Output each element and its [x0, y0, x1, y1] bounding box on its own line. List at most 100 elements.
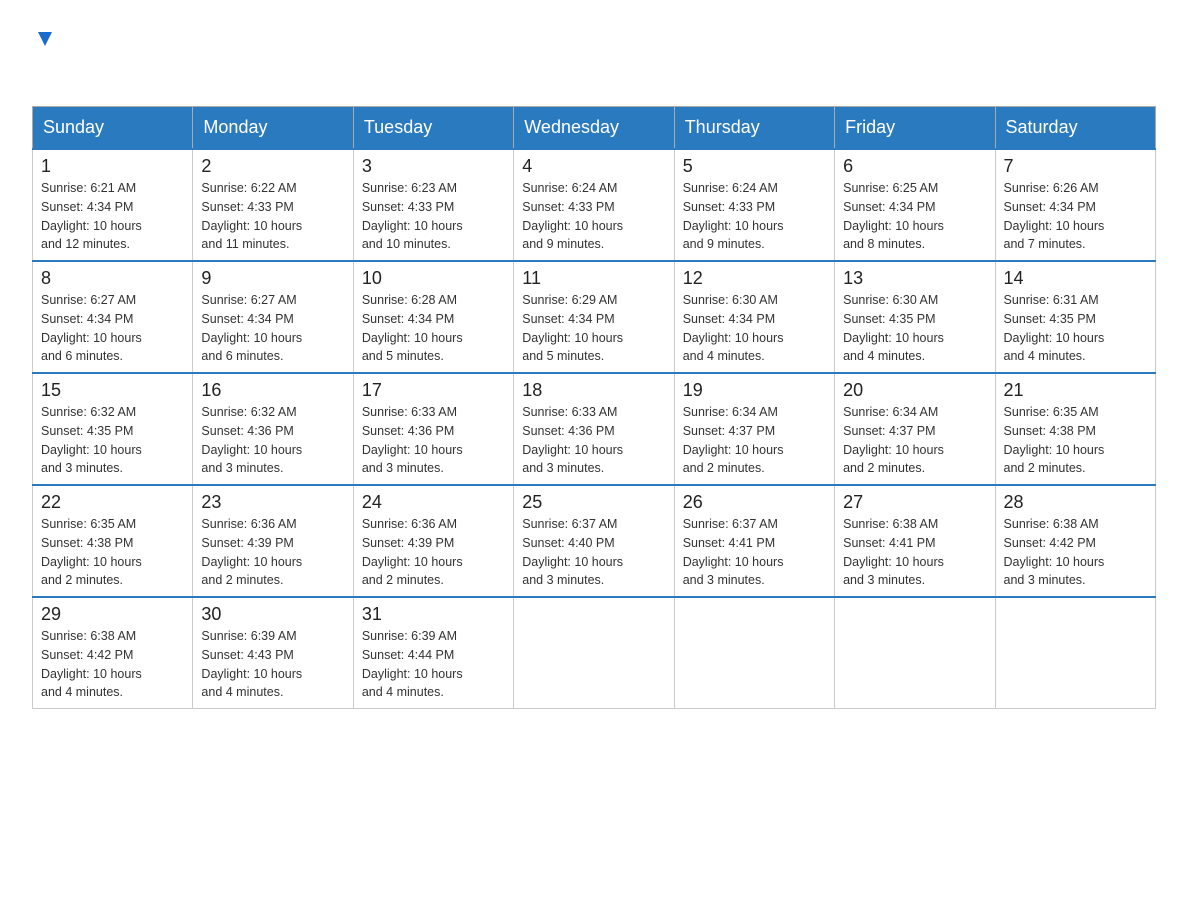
day-number: 25	[522, 492, 665, 513]
day-number: 27	[843, 492, 986, 513]
calendar-cell: 22 Sunrise: 6:35 AMSunset: 4:38 PMDaylig…	[33, 485, 193, 597]
calendar-cell: 27 Sunrise: 6:38 AMSunset: 4:41 PMDaylig…	[835, 485, 995, 597]
day-info: Sunrise: 6:32 AMSunset: 4:35 PMDaylight:…	[41, 403, 184, 478]
day-info: Sunrise: 6:36 AMSunset: 4:39 PMDaylight:…	[201, 515, 344, 590]
calendar-header-row: SundayMondayTuesdayWednesdayThursdayFrid…	[33, 107, 1156, 150]
day-number: 29	[41, 604, 184, 625]
day-number: 13	[843, 268, 986, 289]
day-info: Sunrise: 6:30 AMSunset: 4:35 PMDaylight:…	[843, 291, 986, 366]
day-number: 12	[683, 268, 826, 289]
calendar-cell: 28 Sunrise: 6:38 AMSunset: 4:42 PMDaylig…	[995, 485, 1155, 597]
day-info: Sunrise: 6:32 AMSunset: 4:36 PMDaylight:…	[201, 403, 344, 478]
calendar-cell: 31 Sunrise: 6:39 AMSunset: 4:44 PMDaylig…	[353, 597, 513, 709]
day-info: Sunrise: 6:37 AMSunset: 4:41 PMDaylight:…	[683, 515, 826, 590]
day-info: Sunrise: 6:21 AMSunset: 4:34 PMDaylight:…	[41, 179, 184, 254]
day-number: 20	[843, 380, 986, 401]
day-number: 11	[522, 268, 665, 289]
day-number: 30	[201, 604, 344, 625]
day-info: Sunrise: 6:29 AMSunset: 4:34 PMDaylight:…	[522, 291, 665, 366]
day-info: Sunrise: 6:24 AMSunset: 4:33 PMDaylight:…	[522, 179, 665, 254]
calendar-cell	[674, 597, 834, 709]
day-info: Sunrise: 6:34 AMSunset: 4:37 PMDaylight:…	[683, 403, 826, 478]
day-number: 24	[362, 492, 505, 513]
day-number: 5	[683, 156, 826, 177]
page-header	[32, 24, 1156, 82]
day-info: Sunrise: 6:33 AMSunset: 4:36 PMDaylight:…	[362, 403, 505, 478]
day-number: 19	[683, 380, 826, 401]
col-header-monday: Monday	[193, 107, 353, 150]
day-info: Sunrise: 6:35 AMSunset: 4:38 PMDaylight:…	[41, 515, 184, 590]
day-info: Sunrise: 6:39 AMSunset: 4:44 PMDaylight:…	[362, 627, 505, 702]
week-row-5: 29 Sunrise: 6:38 AMSunset: 4:42 PMDaylig…	[33, 597, 1156, 709]
day-info: Sunrise: 6:39 AMSunset: 4:43 PMDaylight:…	[201, 627, 344, 702]
calendar-cell: 8 Sunrise: 6:27 AMSunset: 4:34 PMDayligh…	[33, 261, 193, 373]
calendar-cell: 30 Sunrise: 6:39 AMSunset: 4:43 PMDaylig…	[193, 597, 353, 709]
day-info: Sunrise: 6:26 AMSunset: 4:34 PMDaylight:…	[1004, 179, 1147, 254]
calendar-cell: 19 Sunrise: 6:34 AMSunset: 4:37 PMDaylig…	[674, 373, 834, 485]
day-info: Sunrise: 6:27 AMSunset: 4:34 PMDaylight:…	[201, 291, 344, 366]
calendar-cell: 6 Sunrise: 6:25 AMSunset: 4:34 PMDayligh…	[835, 149, 995, 261]
calendar-cell: 7 Sunrise: 6:26 AMSunset: 4:34 PMDayligh…	[995, 149, 1155, 261]
calendar-cell	[835, 597, 995, 709]
day-info: Sunrise: 6:34 AMSunset: 4:37 PMDaylight:…	[843, 403, 986, 478]
calendar-cell: 26 Sunrise: 6:37 AMSunset: 4:41 PMDaylig…	[674, 485, 834, 597]
calendar-cell: 24 Sunrise: 6:36 AMSunset: 4:39 PMDaylig…	[353, 485, 513, 597]
calendar-cell: 20 Sunrise: 6:34 AMSunset: 4:37 PMDaylig…	[835, 373, 995, 485]
day-info: Sunrise: 6:27 AMSunset: 4:34 PMDaylight:…	[41, 291, 184, 366]
logo	[32, 24, 56, 82]
calendar-cell: 23 Sunrise: 6:36 AMSunset: 4:39 PMDaylig…	[193, 485, 353, 597]
day-info: Sunrise: 6:38 AMSunset: 4:42 PMDaylight:…	[41, 627, 184, 702]
day-info: Sunrise: 6:22 AMSunset: 4:33 PMDaylight:…	[201, 179, 344, 254]
day-number: 21	[1004, 380, 1147, 401]
calendar-cell: 29 Sunrise: 6:38 AMSunset: 4:42 PMDaylig…	[33, 597, 193, 709]
calendar-cell: 1 Sunrise: 6:21 AMSunset: 4:34 PMDayligh…	[33, 149, 193, 261]
day-info: Sunrise: 6:37 AMSunset: 4:40 PMDaylight:…	[522, 515, 665, 590]
col-header-sunday: Sunday	[33, 107, 193, 150]
day-info: Sunrise: 6:30 AMSunset: 4:34 PMDaylight:…	[683, 291, 826, 366]
day-number: 1	[41, 156, 184, 177]
calendar-cell: 13 Sunrise: 6:30 AMSunset: 4:35 PMDaylig…	[835, 261, 995, 373]
col-header-thursday: Thursday	[674, 107, 834, 150]
day-number: 14	[1004, 268, 1147, 289]
calendar-cell: 15 Sunrise: 6:32 AMSunset: 4:35 PMDaylig…	[33, 373, 193, 485]
day-info: Sunrise: 6:31 AMSunset: 4:35 PMDaylight:…	[1004, 291, 1147, 366]
calendar-cell: 3 Sunrise: 6:23 AMSunset: 4:33 PMDayligh…	[353, 149, 513, 261]
day-info: Sunrise: 6:36 AMSunset: 4:39 PMDaylight:…	[362, 515, 505, 590]
day-number: 8	[41, 268, 184, 289]
calendar-cell: 25 Sunrise: 6:37 AMSunset: 4:40 PMDaylig…	[514, 485, 674, 597]
calendar-cell: 9 Sunrise: 6:27 AMSunset: 4:34 PMDayligh…	[193, 261, 353, 373]
day-number: 10	[362, 268, 505, 289]
calendar-cell: 18 Sunrise: 6:33 AMSunset: 4:36 PMDaylig…	[514, 373, 674, 485]
day-number: 16	[201, 380, 344, 401]
calendar-cell: 11 Sunrise: 6:29 AMSunset: 4:34 PMDaylig…	[514, 261, 674, 373]
col-header-wednesday: Wednesday	[514, 107, 674, 150]
day-number: 18	[522, 380, 665, 401]
calendar-cell: 2 Sunrise: 6:22 AMSunset: 4:33 PMDayligh…	[193, 149, 353, 261]
day-number: 17	[362, 380, 505, 401]
calendar-cell: 21 Sunrise: 6:35 AMSunset: 4:38 PMDaylig…	[995, 373, 1155, 485]
logo-arrow-icon	[34, 28, 56, 50]
col-header-saturday: Saturday	[995, 107, 1155, 150]
day-number: 3	[362, 156, 505, 177]
day-number: 23	[201, 492, 344, 513]
day-number: 9	[201, 268, 344, 289]
day-info: Sunrise: 6:23 AMSunset: 4:33 PMDaylight:…	[362, 179, 505, 254]
day-number: 26	[683, 492, 826, 513]
calendar-cell: 10 Sunrise: 6:28 AMSunset: 4:34 PMDaylig…	[353, 261, 513, 373]
day-number: 22	[41, 492, 184, 513]
week-row-2: 8 Sunrise: 6:27 AMSunset: 4:34 PMDayligh…	[33, 261, 1156, 373]
calendar-cell: 12 Sunrise: 6:30 AMSunset: 4:34 PMDaylig…	[674, 261, 834, 373]
day-info: Sunrise: 6:38 AMSunset: 4:42 PMDaylight:…	[1004, 515, 1147, 590]
day-number: 15	[41, 380, 184, 401]
calendar-cell	[514, 597, 674, 709]
calendar-cell	[995, 597, 1155, 709]
day-number: 6	[843, 156, 986, 177]
week-row-3: 15 Sunrise: 6:32 AMSunset: 4:35 PMDaylig…	[33, 373, 1156, 485]
day-number: 2	[201, 156, 344, 177]
day-info: Sunrise: 6:24 AMSunset: 4:33 PMDaylight:…	[683, 179, 826, 254]
day-number: 31	[362, 604, 505, 625]
col-header-tuesday: Tuesday	[353, 107, 513, 150]
day-number: 7	[1004, 156, 1147, 177]
day-info: Sunrise: 6:28 AMSunset: 4:34 PMDaylight:…	[362, 291, 505, 366]
calendar-cell: 4 Sunrise: 6:24 AMSunset: 4:33 PMDayligh…	[514, 149, 674, 261]
